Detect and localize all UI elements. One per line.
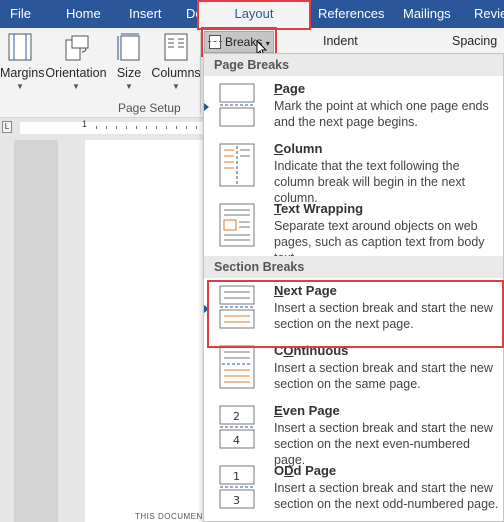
ribbon-tab-bar: File Home Insert Design Layout Reference… xyxy=(0,0,504,28)
menu-item-title: Page xyxy=(274,81,306,96)
tab-review[interactable]: Revie xyxy=(474,0,504,28)
menu-item-title: Next Page xyxy=(274,283,337,298)
menu-item-title: ODd Page xyxy=(274,463,337,478)
text-wrapping-icon xyxy=(219,203,255,247)
chevron-down-icon: ▼ xyxy=(172,82,180,91)
size-icon xyxy=(115,32,143,62)
ruler-number: 1 xyxy=(82,119,88,129)
ruler-tick xyxy=(166,126,167,129)
group-divider xyxy=(200,32,201,114)
ruler-tick xyxy=(196,126,197,129)
ruler-tick xyxy=(176,126,177,129)
section-breaks-header: Section Breaks xyxy=(204,256,503,278)
orientation-icon xyxy=(62,32,90,62)
odd-icon-number-bottom: 3 xyxy=(233,494,240,507)
menu-item-description: Mark the point at which one page ends an… xyxy=(274,99,489,129)
ruler-tick xyxy=(186,126,187,129)
margins-label: Margins xyxy=(0,66,45,80)
menu-item-column[interactable]: Column Indicate that the text following … xyxy=(204,136,503,205)
menu-item-description: Insert a section break and start the new… xyxy=(274,301,493,331)
spacing-label: Spacing xyxy=(452,34,498,48)
continuous-icon xyxy=(219,345,255,389)
size-label: Size xyxy=(116,66,142,80)
tab-home[interactable]: Home xyxy=(66,0,101,28)
menu-item-text-wrapping[interactable]: Text Wrapping Separate text around objec… xyxy=(204,196,503,265)
chevron-down-icon: ▼ xyxy=(72,82,80,91)
menu-item-description: Insert a section break and start the new… xyxy=(274,481,499,511)
chevron-down-icon: ▼ xyxy=(125,82,133,91)
menu-item-next-page[interactable]: Next Page Insert a section break and sta… xyxy=(204,278,503,338)
menu-item-title: Even Page xyxy=(274,403,340,418)
menu-item-odd-page[interactable]: 1 3 ODd Page Insert a section break and … xyxy=(204,458,503,518)
columns-button[interactable]: Columns ▼ xyxy=(150,32,202,92)
page-break-icon xyxy=(219,83,255,127)
menu-item-title: Column xyxy=(274,141,323,156)
document-page[interactable] xyxy=(85,140,210,522)
even-icon-number-top: 2 xyxy=(233,410,240,423)
chevron-down-icon: ▼ xyxy=(16,82,24,91)
next-page-icon xyxy=(219,285,255,329)
orientation-label: Orientation xyxy=(45,66,107,80)
tab-references[interactable]: References xyxy=(318,0,384,28)
columns-icon xyxy=(162,32,190,62)
margins-button[interactable]: Margins ▼ xyxy=(0,32,44,92)
even-icon-number-bottom: 4 xyxy=(233,434,240,447)
menu-item-title: Text Wrapping xyxy=(274,201,364,216)
odd-icon-number-top: 1 xyxy=(233,470,240,483)
breaks-dropdown-menu: Page Breaks Page Mark the point at which… xyxy=(203,53,504,522)
menu-item-even-page[interactable]: 2 4 Even Page Insert a section break and… xyxy=(204,398,503,467)
tab-selector[interactable]: L xyxy=(2,121,12,133)
ruler-tick xyxy=(126,126,127,129)
columns-label: Columns xyxy=(151,66,201,80)
tab-insert[interactable]: Insert xyxy=(129,0,162,28)
page-breaks-header: Page Breaks xyxy=(204,54,503,76)
odd-page-icon: 1 3 xyxy=(219,465,255,509)
menu-item-page[interactable]: Page Mark the point at which one page en… xyxy=(204,76,503,136)
ruler-tick xyxy=(116,126,117,129)
ruler-tick xyxy=(136,126,137,129)
arrow-marker-icon xyxy=(204,103,209,111)
page-setup-group-label: Page Setup xyxy=(118,101,181,115)
tab-mailings[interactable]: Mailings xyxy=(403,0,451,28)
indent-label: Indent xyxy=(323,34,358,48)
ruler-track xyxy=(20,122,210,134)
even-page-icon: 2 4 xyxy=(219,405,255,449)
breaks-icon xyxy=(208,35,222,49)
tab-layout[interactable]: Layout xyxy=(199,0,309,28)
size-button[interactable]: Size ▼ xyxy=(114,32,144,92)
menu-item-description: Insert a section break and start the new… xyxy=(274,361,493,391)
orientation-button[interactable]: Orientation ▼ xyxy=(44,32,108,92)
tab-file[interactable]: File xyxy=(10,0,31,28)
vertical-ruler xyxy=(14,140,58,522)
ruler-tick xyxy=(156,126,157,129)
arrow-marker-icon xyxy=(204,305,209,313)
ruler-tick xyxy=(106,126,107,129)
margins-icon xyxy=(6,32,34,62)
column-break-icon xyxy=(219,143,255,187)
menu-item-title: COntinuous xyxy=(274,343,349,358)
ruler-tick xyxy=(146,126,147,129)
ruler-tick xyxy=(96,126,97,129)
menu-item-continuous[interactable]: COntinuous Insert a section break and st… xyxy=(204,338,503,398)
